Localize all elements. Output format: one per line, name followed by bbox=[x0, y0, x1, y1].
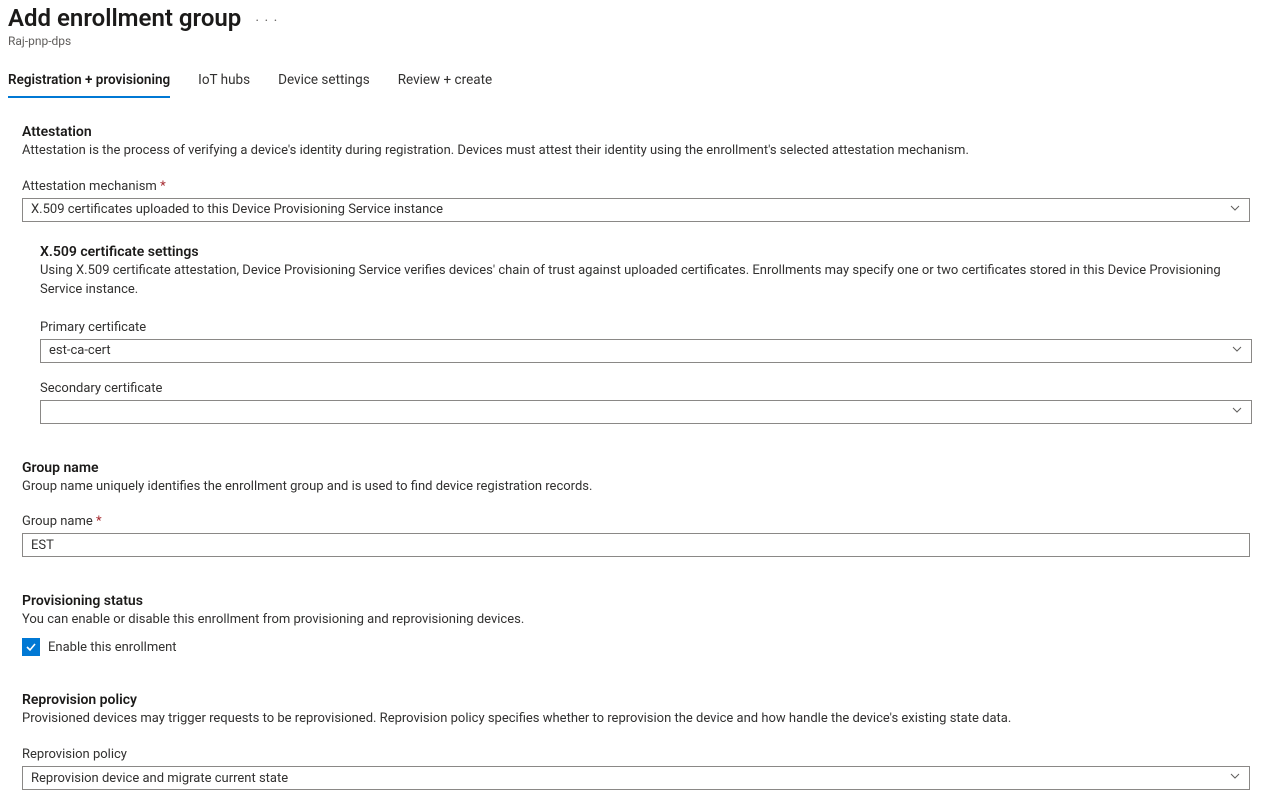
page-title: Add enrollment group bbox=[8, 4, 241, 32]
tab-iot-hubs[interactable]: IoT hubs bbox=[198, 66, 250, 98]
x509-description: Using X.509 certificate attestation, Dev… bbox=[40, 262, 1263, 300]
reprovision-policy-label: Reprovision policy bbox=[22, 747, 1263, 762]
attestation-mechanism-dropdown[interactable]: X.509 certificates uploaded to this Devi… bbox=[22, 198, 1250, 222]
chevron-down-icon bbox=[1229, 770, 1241, 786]
secondary-certificate-label: Secondary certificate bbox=[40, 381, 1263, 396]
tab-registration-provisioning[interactable]: Registration + provisioning bbox=[8, 66, 170, 98]
required-star-icon: * bbox=[96, 514, 102, 529]
tab-bar: Registration + provisioning IoT hubs Dev… bbox=[8, 66, 1277, 98]
group-name-input-wrapper bbox=[22, 533, 1250, 557]
x509-heading: X.509 certificate settings bbox=[40, 244, 1263, 260]
provisioning-status-heading: Provisioning status bbox=[22, 593, 1263, 609]
group-name-label: Group name * bbox=[22, 514, 1263, 529]
chevron-down-icon bbox=[1231, 343, 1243, 359]
reprovision-policy-heading: Reprovision policy bbox=[22, 692, 1263, 708]
primary-certificate-dropdown[interactable]: est-ca-cert bbox=[40, 339, 1252, 363]
reprovision-policy-value: Reprovision device and migrate current s… bbox=[31, 771, 288, 786]
reprovision-policy-dropdown[interactable]: Reprovision device and migrate current s… bbox=[22, 766, 1250, 790]
enable-enrollment-label: Enable this enrollment bbox=[48, 640, 177, 655]
attestation-mechanism-value: X.509 certificates uploaded to this Devi… bbox=[31, 202, 443, 217]
primary-certificate-label: Primary certificate bbox=[40, 320, 1263, 335]
group-name-input[interactable] bbox=[31, 538, 1241, 553]
enable-enrollment-checkbox[interactable] bbox=[22, 638, 40, 656]
required-star-icon: * bbox=[160, 179, 166, 194]
attestation-mechanism-label: Attestation mechanism * bbox=[22, 179, 1263, 194]
group-name-description: Group name uniquely identifies the enrol… bbox=[22, 478, 1263, 497]
tab-review-create[interactable]: Review + create bbox=[398, 66, 492, 98]
group-name-heading: Group name bbox=[22, 460, 1263, 476]
page-subtitle: Raj-pnp-dps bbox=[8, 34, 1277, 48]
tab-device-settings[interactable]: Device settings bbox=[278, 66, 370, 98]
secondary-certificate-dropdown[interactable] bbox=[40, 400, 1252, 424]
attestation-description: Attestation is the process of verifying … bbox=[22, 142, 1263, 161]
reprovision-policy-description: Provisioned devices may trigger requests… bbox=[22, 710, 1263, 729]
provisioning-status-description: You can enable or disable this enrollmen… bbox=[22, 611, 1263, 630]
chevron-down-icon bbox=[1231, 404, 1243, 420]
attestation-heading: Attestation bbox=[22, 124, 1263, 140]
primary-certificate-value: est-ca-cert bbox=[49, 343, 111, 358]
chevron-down-icon bbox=[1229, 202, 1241, 218]
more-icon[interactable]: · · · bbox=[255, 7, 278, 29]
